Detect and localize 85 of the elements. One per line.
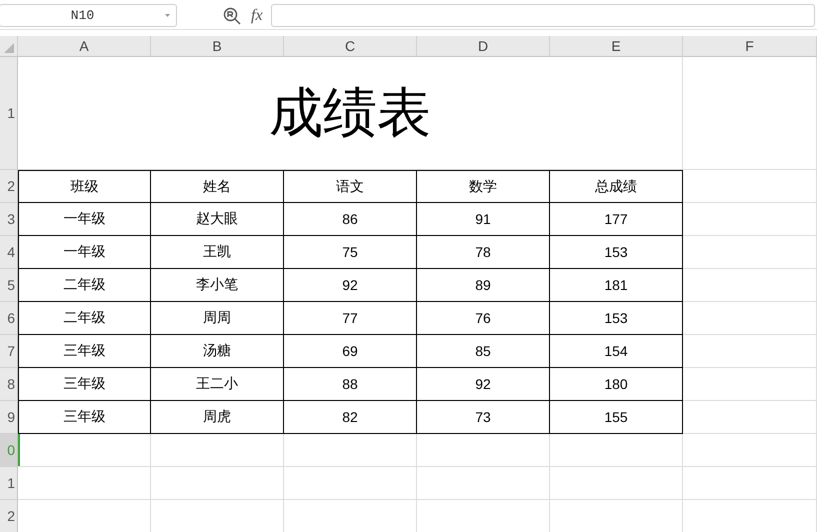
table-cell[interactable]: 92 bbox=[417, 368, 550, 401]
table-cell[interactable]: 153 bbox=[550, 236, 683, 269]
empty-cell[interactable] bbox=[151, 467, 284, 500]
empty-cell[interactable] bbox=[683, 335, 817, 368]
empty-cell[interactable] bbox=[683, 170, 817, 203]
empty-cell[interactable] bbox=[683, 401, 817, 434]
column-heading[interactable]: 数学 bbox=[417, 170, 550, 203]
empty-cell[interactable] bbox=[683, 236, 817, 269]
empty-cell[interactable] bbox=[683, 57, 817, 170]
column-heading[interactable]: 总成绩 bbox=[550, 170, 683, 203]
table-cell[interactable]: 91 bbox=[417, 203, 550, 236]
table-cell[interactable]: 二年级 bbox=[18, 302, 151, 335]
table-cell[interactable]: 177 bbox=[550, 203, 683, 236]
empty-cell[interactable] bbox=[417, 467, 550, 500]
table-cell[interactable]: 一年级 bbox=[18, 236, 151, 269]
table-cell[interactable]: 赵大眼 bbox=[151, 203, 284, 236]
table-cell[interactable]: 王凯 bbox=[151, 236, 284, 269]
column-header[interactable]: E bbox=[550, 36, 683, 57]
dropdown-caret-icon[interactable] bbox=[165, 14, 170, 17]
column-header[interactable]: F bbox=[683, 36, 817, 57]
table-cell[interactable]: 李小笔 bbox=[151, 269, 284, 302]
table-cell[interactable]: 77 bbox=[284, 302, 417, 335]
empty-cell[interactable] bbox=[683, 269, 817, 302]
title-cell: 成绩表 bbox=[18, 57, 683, 170]
row-header[interactable]: 3 bbox=[0, 203, 18, 236]
table-cell[interactable]: 三年级 bbox=[18, 368, 151, 401]
row-header[interactable]: 9 bbox=[0, 401, 18, 434]
row-header[interactable]: 1 bbox=[0, 57, 18, 170]
table-cell[interactable]: 89 bbox=[417, 269, 550, 302]
row-header[interactable]: 5 bbox=[0, 269, 18, 302]
row-header[interactable]: 8 bbox=[0, 368, 18, 401]
row-header[interactable]: 4 bbox=[0, 236, 18, 269]
empty-cell[interactable] bbox=[550, 434, 683, 467]
column-header[interactable]: A bbox=[18, 36, 151, 57]
empty-cell[interactable] bbox=[550, 467, 683, 500]
empty-cell[interactable] bbox=[417, 434, 550, 467]
table-cell[interactable]: 一年级 bbox=[18, 203, 151, 236]
table-cell[interactable]: 92 bbox=[284, 269, 417, 302]
cell-reference: N10 bbox=[70, 8, 96, 23]
table-cell[interactable]: 73 bbox=[417, 401, 550, 434]
table-cell[interactable]: 周周 bbox=[151, 302, 284, 335]
table-cell[interactable]: 153 bbox=[550, 302, 683, 335]
column-header[interactable]: D bbox=[417, 36, 550, 57]
empty-cell[interactable] bbox=[683, 302, 817, 335]
table-cell[interactable]: 75 bbox=[284, 236, 417, 269]
empty-cell[interactable] bbox=[683, 434, 817, 467]
empty-cell[interactable] bbox=[683, 203, 817, 236]
table-cell[interactable]: 76 bbox=[417, 302, 550, 335]
row-header[interactable]: 2 bbox=[0, 170, 18, 203]
table-cell[interactable]: 三年级 bbox=[18, 401, 151, 434]
table-cell[interactable]: 82 bbox=[284, 401, 417, 434]
table-cell[interactable]: 王二小 bbox=[151, 368, 284, 401]
select-all-icon[interactable] bbox=[4, 43, 14, 53]
table-cell[interactable]: 88 bbox=[284, 368, 417, 401]
zoom-icon[interactable] bbox=[223, 6, 241, 24]
cell-reference-box[interactable]: N10 bbox=[0, 4, 177, 27]
table-cell[interactable]: 三年级 bbox=[18, 335, 151, 368]
empty-cell[interactable] bbox=[683, 368, 817, 401]
selected-cell[interactable] bbox=[18, 434, 151, 467]
formula-field[interactable] bbox=[270, 4, 815, 27]
row-header[interactable]: 1 bbox=[0, 467, 18, 500]
row-header[interactable]: 2 bbox=[0, 500, 18, 532]
table-cell[interactable]: 汤糖 bbox=[151, 335, 284, 368]
table-cell[interactable]: 86 bbox=[284, 203, 417, 236]
empty-cell[interactable] bbox=[284, 467, 417, 500]
empty-cell[interactable] bbox=[683, 467, 817, 500]
column-header[interactable]: B bbox=[151, 36, 284, 57]
table-cell[interactable]: 154 bbox=[550, 335, 683, 368]
empty-cell[interactable] bbox=[284, 434, 417, 467]
table-cell[interactable]: 85 bbox=[417, 335, 550, 368]
table-cell[interactable]: 78 bbox=[417, 236, 550, 269]
column-heading[interactable]: 班级 bbox=[18, 170, 151, 203]
table-cell[interactable]: 181 bbox=[550, 269, 683, 302]
empty-cell[interactable] bbox=[151, 434, 284, 467]
column-header[interactable]: C bbox=[284, 36, 417, 57]
column-heading[interactable]: 语文 bbox=[284, 170, 417, 203]
row-header[interactable]: 6 bbox=[0, 302, 18, 335]
row-header[interactable]: 7 bbox=[0, 335, 18, 368]
column-heading[interactable]: 姓名 bbox=[151, 170, 284, 203]
table-cell[interactable]: 周虎 bbox=[151, 401, 284, 434]
table-cell[interactable]: 180 bbox=[550, 368, 683, 401]
function-button[interactable]: fx bbox=[251, 6, 263, 24]
table-cell[interactable]: 155 bbox=[550, 401, 683, 434]
table-cell[interactable]: 二年级 bbox=[18, 269, 151, 302]
table-cell[interactable]: 69 bbox=[284, 335, 417, 368]
